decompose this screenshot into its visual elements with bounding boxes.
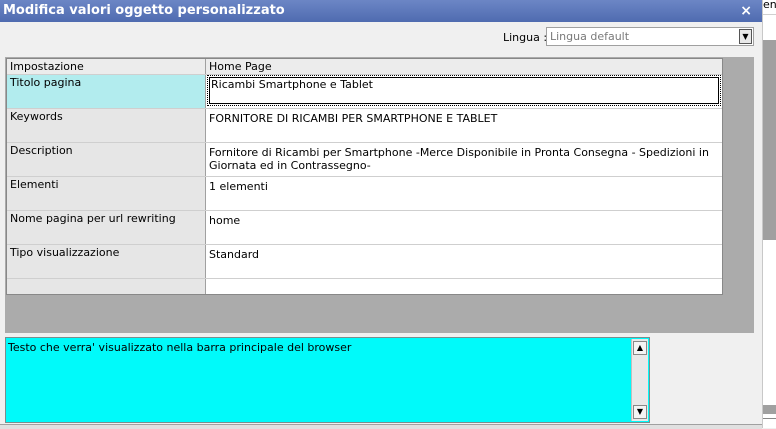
window-title: Modifica valori oggetto personalizzato [3, 3, 285, 18]
background-window-edge: ent [762, 0, 776, 428]
setting-value[interactable]: Standard [206, 245, 722, 278]
column-header-setting: Impostazione [7, 59, 206, 74]
background-divider-bottom [763, 418, 776, 419]
setting-name: Elementi [7, 177, 206, 210]
scroll-up-icon[interactable]: ▲ [633, 341, 647, 355]
language-select[interactable]: Lingua default ▼ [546, 27, 754, 46]
status-bar [0, 424, 762, 429]
setting-value[interactable]: FORNITORE DI RICAMBI PER SMARTPHONE E TA… [206, 109, 722, 142]
setting-name: Nome pagina per url rewriting [7, 211, 206, 244]
help-text: Testo che verra' visualizzato nella barr… [8, 341, 352, 354]
setting-value[interactable]: home [206, 211, 722, 244]
setting-value[interactable]: Fornitore di Ricambi per Smartphone -Mer… [206, 143, 722, 176]
grid-row-keywords[interactable]: Keywords FORNITORE DI RICAMBI PER SMARTP… [7, 109, 722, 143]
grid-header-row: Impostazione Home Page [7, 59, 722, 75]
empty-cell [7, 279, 206, 294]
setting-name: Titolo pagina [7, 75, 206, 108]
background-divider [763, 14, 776, 15]
help-scrollbar[interactable]: ▲ ▼ [631, 339, 648, 421]
chevron-down-icon[interactable]: ▼ [739, 29, 752, 44]
background-window-text: ent [763, 0, 776, 11]
grid-empty-row [7, 279, 722, 294]
grid-row-elementi[interactable]: Elementi 1 elementi [7, 177, 722, 211]
background-scrollbar [763, 40, 776, 240]
grid-row-titolo-pagina[interactable]: Titolo pagina Ricambi Smartphone e Table… [7, 75, 722, 109]
grid-row-tipo-visualizzazione[interactable]: Tipo visualizzazione Standard [7, 245, 722, 279]
column-header-value: Home Page [206, 59, 722, 74]
setting-name: Description [7, 143, 206, 176]
background-scrollbar-end [763, 405, 776, 414]
setting-value-cell: Ricambi Smartphone e Tablet [206, 75, 722, 108]
close-icon[interactable]: × [740, 0, 752, 22]
title-edit-field[interactable]: Ricambi Smartphone e Tablet [207, 75, 721, 106]
title-bar: Modifica valori oggetto personalizzato × [0, 0, 762, 22]
empty-cell [206, 279, 722, 294]
scroll-down-icon[interactable]: ▼ [633, 405, 647, 419]
setting-name: Tipo visualizzazione [7, 245, 206, 278]
grid-row-nome-pagina[interactable]: Nome pagina per url rewriting home [7, 211, 722, 245]
setting-value[interactable]: 1 elementi [206, 177, 722, 210]
setting-name: Keywords [7, 109, 206, 142]
language-label: Lingua : [503, 31, 548, 44]
settings-grid-area: Impostazione Home Page Titolo pagina Ric… [5, 57, 754, 333]
help-text-box: Testo che verra' visualizzato nella barr… [5, 337, 650, 423]
settings-grid: Impostazione Home Page Titolo pagina Ric… [6, 58, 723, 295]
grid-row-description[interactable]: Description Fornitore di Ricambi per Sma… [7, 143, 722, 177]
language-selected-value: Lingua default [550, 30, 630, 43]
